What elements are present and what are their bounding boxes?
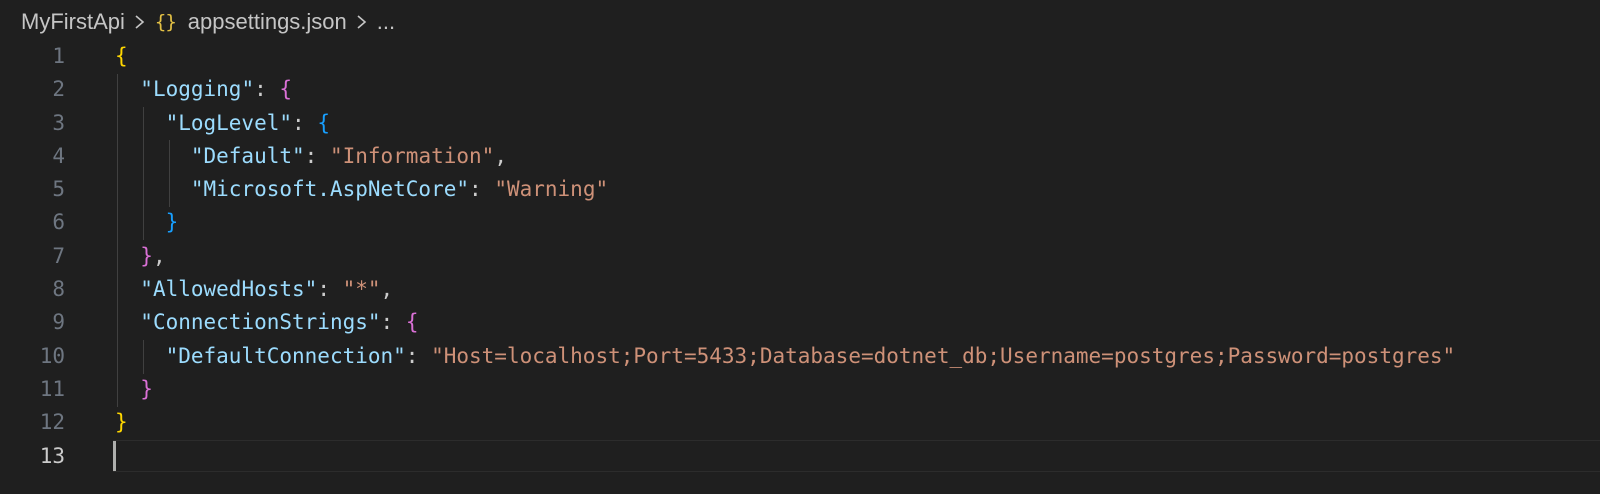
code-line[interactable]: 3 "LogLevel": {: [0, 107, 1600, 140]
text-cursor: [113, 441, 116, 471]
line-number: 9: [52, 310, 65, 335]
line-content: "AllowedHosts": "*",: [115, 273, 393, 306]
code-token: "LogLevel": [165, 110, 293, 135]
line-content: "DefaultConnection": "Host=localhost;Por…: [115, 340, 1456, 373]
code-token: :: [380, 310, 406, 335]
code-token: ,: [380, 277, 394, 302]
code-token: "DefaultConnection": [165, 343, 406, 368]
chevron-right-icon: [133, 11, 147, 33]
line-content: "Default": "Information",: [115, 140, 507, 173]
code-line[interactable]: 1{: [0, 40, 1600, 73]
line-number: 5: [52, 177, 65, 202]
line-content: {: [115, 40, 128, 73]
code-line[interactable]: 8 "AllowedHosts": "*",: [0, 273, 1600, 306]
code-line[interactable]: 2 "Logging": {: [0, 73, 1600, 106]
code-line[interactable]: 6 }: [0, 206, 1600, 239]
line-number: 4: [52, 143, 65, 168]
chevron-right-icon: [355, 11, 369, 33]
breadcrumb-project[interactable]: MyFirstApi: [21, 9, 125, 35]
code-token: {: [405, 310, 419, 335]
code-token: :: [469, 177, 495, 202]
code-token: "Information": [329, 143, 495, 168]
code-token: }: [115, 410, 128, 435]
line-content: "LogLevel": {: [115, 107, 330, 140]
line-content: "ConnectionStrings": {: [115, 306, 418, 339]
line-number: 3: [52, 110, 65, 135]
code-line[interactable]: 7 },: [0, 240, 1600, 273]
code-token: :: [254, 77, 280, 102]
code-token: :: [317, 277, 343, 302]
code-token: ,: [152, 243, 166, 268]
code-line[interactable]: 11 }: [0, 373, 1600, 406]
code-token: {: [279, 77, 293, 102]
code-line[interactable]: 10 "DefaultConnection": "Host=localhost;…: [0, 340, 1600, 373]
line-number: 11: [39, 376, 65, 401]
code-token: "Logging": [140, 77, 255, 102]
code-token: "Warning": [494, 177, 609, 202]
code-token: }: [140, 243, 153, 268]
code-token: {: [115, 44, 128, 68]
code-token: :: [292, 110, 318, 135]
line-content: },: [115, 240, 166, 273]
line-number: 13: [39, 443, 65, 468]
code-line[interactable]: 12}: [0, 406, 1600, 439]
code-token: "AllowedHosts": [140, 277, 318, 302]
json-file-icon: {}: [154, 11, 177, 33]
line-number: 2: [52, 77, 65, 102]
line-number: 7: [52, 243, 65, 268]
code-token: "ConnectionStrings": [140, 310, 381, 335]
breadcrumb-more[interactable]: ...: [377, 9, 395, 35]
breadcrumb: MyFirstApi {} appsettings.json ...: [21, 4, 395, 40]
code-line[interactable]: 4 "Default": "Information",: [0, 140, 1600, 173]
line-content: }: [115, 373, 153, 406]
line-content: }: [115, 406, 128, 439]
code-token: }: [140, 376, 153, 401]
line-number: 1: [52, 44, 65, 68]
line-content: "Logging": {: [115, 73, 292, 106]
line-content: }: [115, 206, 179, 239]
code-token: :: [405, 343, 432, 368]
line-number: 12: [39, 410, 65, 435]
code-token: "Host=localhost;Port=5433;Database=dotne…: [431, 343, 1456, 368]
code-token: ,: [494, 143, 507, 168]
code-lines[interactable]: 1{2 "Logging": {3 "LogLevel": {4 "Defaul…: [0, 40, 1600, 473]
code-token: "Default": [190, 143, 305, 168]
code-line[interactable]: 9 "ConnectionStrings": {: [0, 306, 1600, 339]
line-number: 8: [52, 277, 65, 302]
code-token: {: [317, 110, 330, 135]
line-content: "Microsoft.AspNetCore": "Warning": [115, 173, 608, 206]
code-token: "*": [342, 277, 381, 302]
line-number: 10: [39, 343, 65, 368]
code-line[interactable]: 13: [0, 440, 1600, 473]
code-token: :: [304, 143, 330, 168]
line-number: 6: [52, 210, 65, 235]
code-token: "Microsoft.AspNetCore": [190, 177, 470, 202]
code-editor[interactable]: MyFirstApi {} appsettings.json ... 1{2 "…: [0, 0, 1600, 494]
code-token: }: [165, 210, 179, 235]
code-line[interactable]: 5 "Microsoft.AspNetCore": "Warning": [0, 173, 1600, 206]
breadcrumb-file[interactable]: appsettings.json: [188, 9, 347, 35]
